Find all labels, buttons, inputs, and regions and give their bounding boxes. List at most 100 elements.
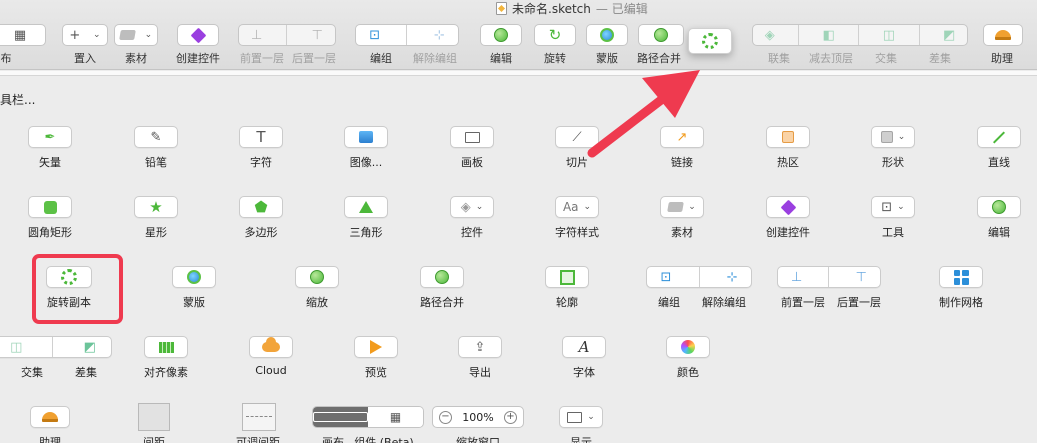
palette-preview-button[interactable] (354, 336, 398, 358)
palette-outline-button[interactable] (545, 266, 589, 288)
palette-label: 素材 (671, 226, 693, 239)
palette-image-button[interactable] (344, 126, 388, 148)
palette-line-button[interactable] (977, 126, 1021, 148)
pentagon-icon: ⬟ (254, 197, 268, 216)
palette-edit-button[interactable] (977, 196, 1021, 218)
toolbar-assets-button[interactable]: ⌄ (114, 24, 158, 46)
toolbar-insert-button[interactable]: + ⌄ (62, 24, 108, 46)
palette-shape-button[interactable]: ⌄ (871, 126, 915, 148)
toolbar-arrange-group[interactable]: ⊥ ⊤ (238, 24, 336, 46)
zoom-out-button[interactable]: − (439, 410, 452, 424)
palette-colors-button[interactable] (666, 336, 710, 358)
palette-text-button[interactable]: T (239, 126, 283, 148)
rounded-rect-icon (43, 200, 57, 214)
palette-group-pair[interactable]: ⊡ ⊹ (646, 266, 752, 288)
toolbar-label: 解除编组 (413, 52, 457, 65)
toolbar-flatten-button[interactable] (638, 24, 684, 46)
palette-link-button[interactable]: ↗ (660, 126, 704, 148)
window-toolbar: 未命名.sketch — 已编辑 ▦ 布 + ⌄ 置入 ⌄ 素材 创建控件 ⊥ … (0, 0, 1037, 70)
toolbar-label: 编辑 (490, 52, 512, 65)
canvas-view-segment[interactable] (313, 407, 368, 427)
toolbar-canvas-button[interactable]: ▦ (0, 24, 46, 46)
palette-mask-button[interactable] (172, 266, 216, 288)
toolbar-edit-button[interactable] (480, 24, 522, 46)
chevron-down-icon: ⌄ (583, 202, 592, 212)
mask-icon (600, 28, 614, 42)
palette-create-symbol-button[interactable] (766, 196, 810, 218)
image-icon (359, 131, 373, 143)
palette-arrange-pair[interactable]: ⊥ ⊤ (777, 266, 881, 288)
palette-star-button[interactable]: ★ (134, 196, 178, 218)
palette-flexible-space-item[interactable] (242, 403, 276, 431)
palette-assets-button[interactable]: ⌄ (660, 196, 704, 218)
toolbar-drop-target[interactable] (688, 28, 732, 54)
palette-cloud-button[interactable] (249, 336, 293, 358)
palette-symbols-button[interactable]: ◈ ⌄ (450, 196, 494, 218)
palette-view-segmented[interactable]: ▦ (312, 406, 424, 428)
palette-assistant-button[interactable] (30, 406, 70, 428)
toolbar-label: 编组 (370, 52, 392, 65)
palette-label: 缩放 (306, 296, 328, 309)
bell-icon (42, 412, 58, 422)
toolbar-boolean-group[interactable]: ◈ ◧ ◫ ◩ (752, 24, 968, 46)
palette-pencil-button[interactable]: ✎ (134, 126, 178, 148)
palette-label: 工具 (882, 226, 904, 239)
palette-polygon-button[interactable]: ⬟ (239, 196, 283, 218)
toolbar-label: 前置一层 (240, 52, 284, 65)
palette-tools-button[interactable]: ⊡ ⌄ (871, 196, 915, 218)
toolbar-label: 路径合并 (637, 52, 681, 65)
palette-label: 缩放窗口 (456, 436, 500, 443)
palette-label: Cloud (255, 364, 287, 377)
palette-label: 蒙版 (183, 296, 205, 309)
palette-label: 热区 (777, 156, 799, 169)
palette-label: 图像... (349, 156, 383, 169)
palette-label: 控件 (461, 226, 483, 239)
palette-export-button[interactable]: ⇪ (458, 336, 502, 358)
palette-artboard-button[interactable] (450, 126, 494, 148)
diamond-icon (780, 199, 796, 215)
palette-label: 间距 (143, 436, 165, 443)
palette-text-styles-button[interactable]: Aa ⌄ (555, 196, 599, 218)
triangle-icon (359, 201, 373, 213)
palette-hotspot-button[interactable] (766, 126, 810, 148)
palette-fonts-button[interactable]: A (562, 336, 606, 358)
window-title: 未命名.sketch — 已编辑 (496, 0, 648, 16)
toolbar-label: 旋转 (544, 52, 566, 65)
palette-flatten-button[interactable] (420, 266, 464, 288)
zoom-in-button[interactable]: + (503, 410, 517, 424)
palette-vector-button[interactable]: ✒ (28, 126, 72, 148)
chevron-down-icon: ⌄ (93, 29, 101, 40)
palette-make-grid-button[interactable] (939, 266, 983, 288)
components-view-segment[interactable]: ▦ (368, 407, 423, 427)
palette-pixel-align-button[interactable] (144, 336, 188, 358)
toolbar-group-buttons[interactable]: ⊡ ⊹ (355, 24, 459, 46)
share-icon: ⇪ (474, 339, 486, 355)
palette-zoom-control[interactable]: − 100% + (432, 406, 524, 428)
send-backward-icon: ⊤ (855, 269, 867, 285)
palette-label: 差集 (75, 366, 97, 379)
chevron-down-icon: ⌄ (587, 412, 595, 422)
toolbar-mask-button[interactable] (586, 24, 628, 46)
palette-label: 导出 (469, 366, 491, 379)
toolbar-rotate-button[interactable]: ↻ (534, 24, 576, 46)
palette-space-item[interactable] (138, 403, 170, 431)
toolbar-label: 联集 (768, 52, 790, 65)
toolbar-assistant-button[interactable] (983, 24, 1023, 46)
palette-boolean-pair[interactable]: ◫ ◩ (0, 336, 112, 358)
palette-label: 对齐像素 (144, 366, 188, 379)
toolbar-label: 交集 (875, 52, 897, 65)
zoom-value: 100% (462, 410, 494, 424)
palette-label: 字符样式 (555, 226, 599, 239)
highlight-box (32, 254, 123, 324)
outline-icon (559, 269, 575, 285)
edited-status: — 已编辑 (595, 1, 648, 16)
palette-slice-button[interactable]: ⟋ (555, 126, 599, 148)
palette-scale-button[interactable] (295, 266, 339, 288)
link-icon: ↗ (676, 129, 688, 145)
toolbar-create-symbol-button[interactable] (177, 24, 219, 46)
palette-triangle-button[interactable] (344, 196, 388, 218)
palette-rounded-rect-button[interactable] (28, 196, 72, 218)
pencil-icon: ✎ (150, 129, 162, 145)
grid-icon (953, 269, 969, 285)
palette-display-button[interactable]: ⌄ (559, 406, 603, 428)
